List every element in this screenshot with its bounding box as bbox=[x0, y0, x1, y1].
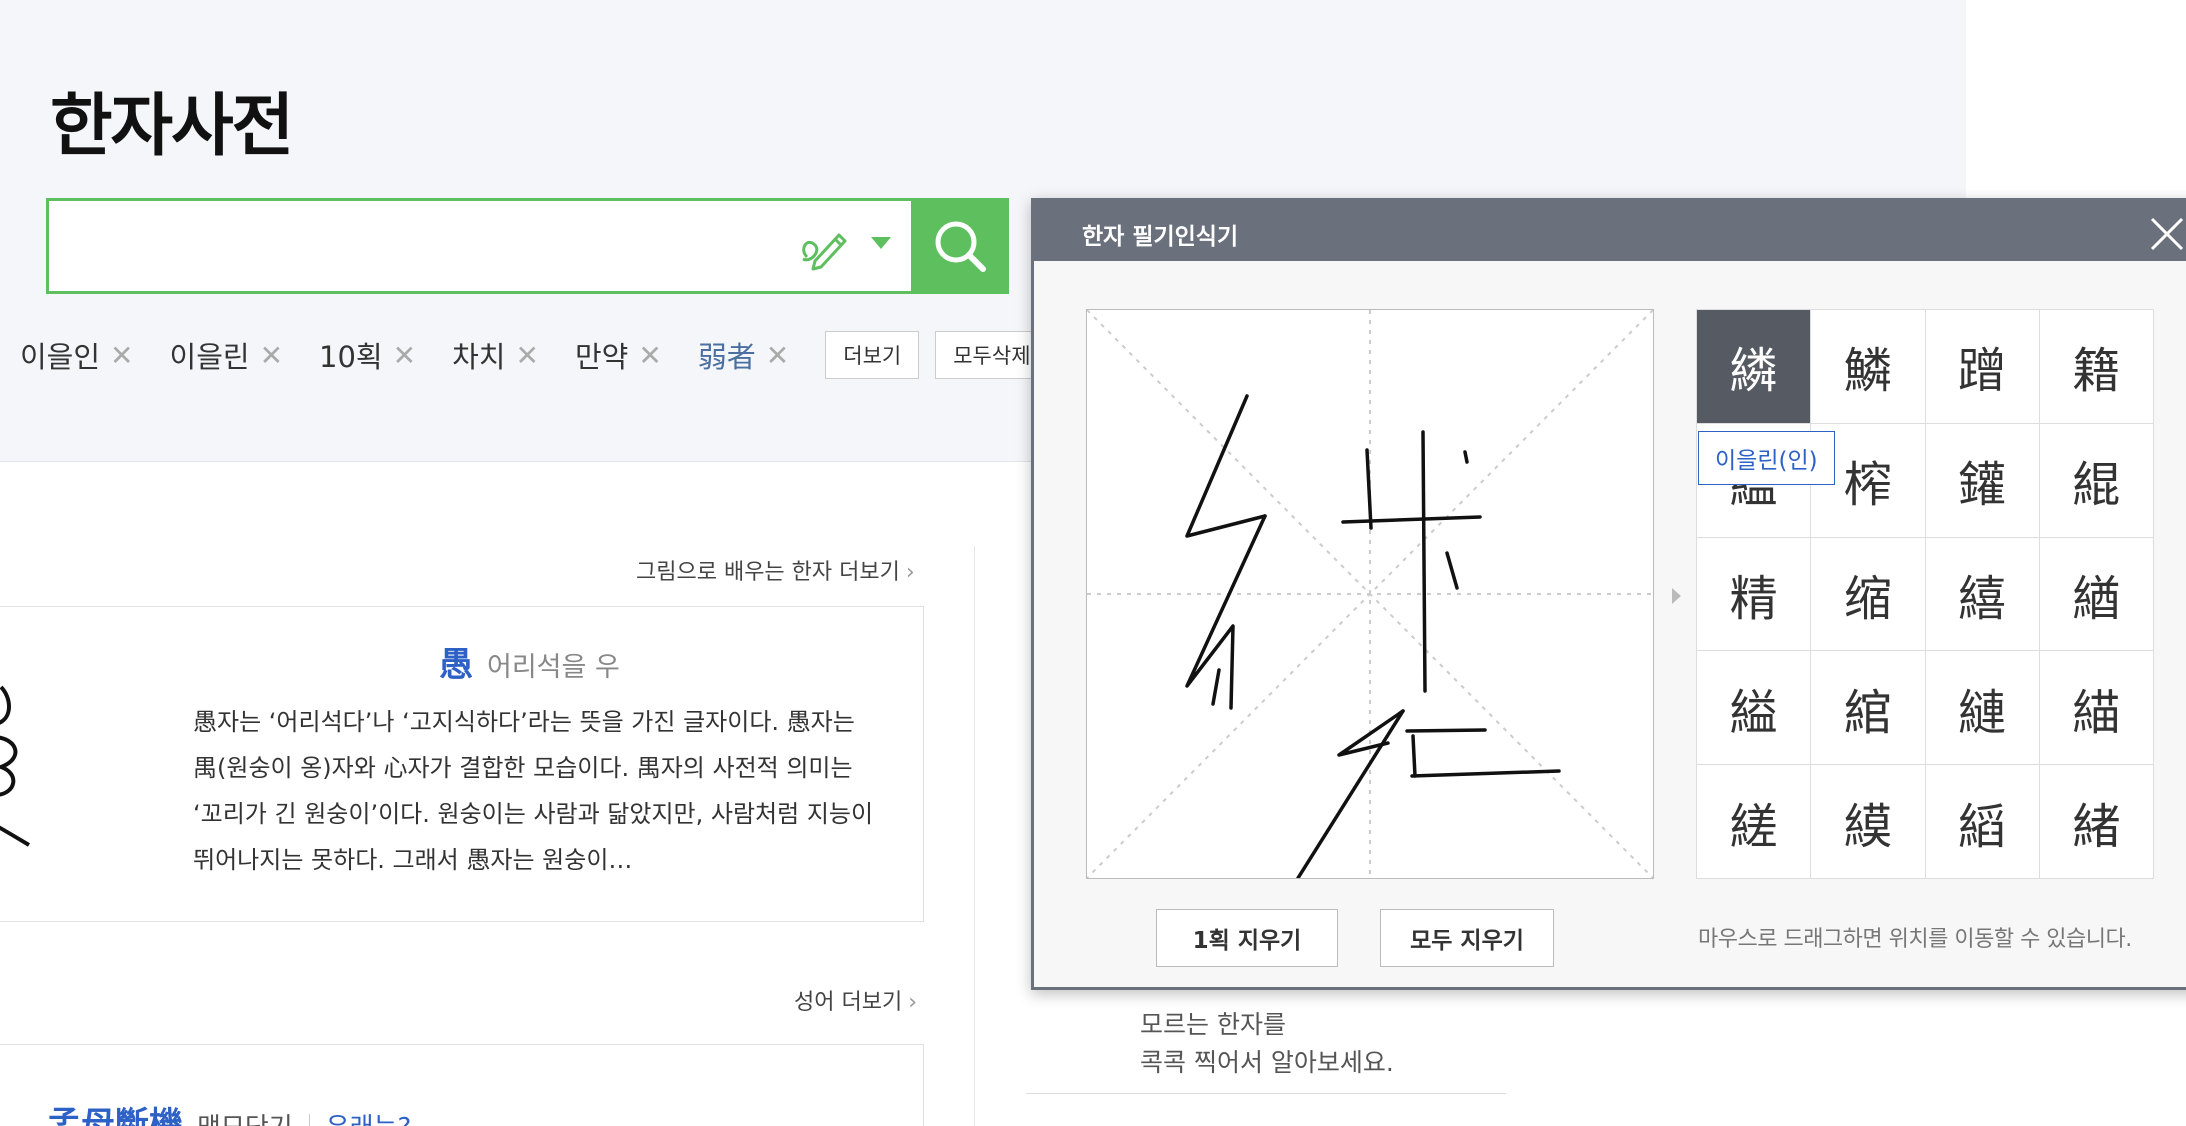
recent-item[interactable]: 弱者 ✕ bbox=[698, 334, 789, 376]
candidate-char[interactable]: 綰 bbox=[1811, 651, 1926, 766]
chevron-down-icon[interactable] bbox=[871, 237, 891, 249]
dialog-title: 한자 필기인식기 bbox=[1082, 224, 1239, 250]
candidate-char[interactable]: 緢 bbox=[2039, 651, 2154, 766]
idiom-heading: 孟母斷機 맹모단기 유래는? bbox=[47, 1097, 411, 1126]
candidate-char[interactable]: 鱗 bbox=[1811, 310, 1926, 424]
remove-icon[interactable]: ✕ bbox=[393, 339, 416, 372]
caret-right-icon bbox=[1672, 588, 1681, 604]
search-icon bbox=[935, 221, 986, 272]
handwriting-pen-icon[interactable] bbox=[797, 223, 849, 271]
recent-item[interactable]: 차치 ✕ bbox=[452, 334, 539, 376]
chevron-right-icon: › bbox=[905, 560, 915, 585]
chevron-right-icon: › bbox=[908, 990, 918, 1015]
remove-icon[interactable]: ✕ bbox=[110, 339, 133, 372]
picture-learn-card[interactable]: 愚 어리석을 우 愚자는 ‘어리석다’나 ‘고지식하다’라는 뜻을 가진 글자이… bbox=[0, 606, 924, 922]
hanja-description: 愚자는 ‘어리석다’나 ‘고지식하다’라는 뜻을 가진 글자이다. 愚자는 禺(… bbox=[193, 708, 874, 874]
remove-icon[interactable]: ✕ bbox=[766, 339, 789, 372]
idiom-hanja[interactable]: 孟母斷機 bbox=[47, 1097, 183, 1126]
right-panel-line: 모르는 한자를 bbox=[1140, 1010, 1286, 1039]
idiom-more-label[interactable]: 성어 더보기 bbox=[794, 990, 902, 1015]
candidate-grid: 繗 鱗 蹭 籍 繿 榨 鑵 緄 精 缩 繥 緧 縊 綰 縺 緢 縒 縸 縚 緒 bbox=[1696, 309, 2154, 879]
right-panel-text: 모르는 한자를 콕콕 찍어서 알아보세요. bbox=[1140, 1006, 1394, 1082]
drag-hint: 마우스로 드래그하면 위치를 이동할 수 있습니다. bbox=[1698, 927, 2132, 952]
divider bbox=[1026, 1093, 1506, 1094]
close-icon[interactable] bbox=[2146, 213, 2186, 255]
recent-item-label[interactable]: 만약 bbox=[575, 334, 628, 376]
candidate-tooltip: 이을린(인) bbox=[1698, 431, 1835, 485]
recent-item-label[interactable]: 10획 bbox=[319, 334, 383, 376]
more-recent-button[interactable]: 더보기 bbox=[825, 331, 920, 379]
right-panel-line: 콕콕 찍어서 알아보세요. bbox=[1140, 1048, 1394, 1077]
recent-item[interactable]: 만약 ✕ bbox=[575, 334, 662, 376]
picture-learn-more-label[interactable]: 그림으로 배우는 한자 더보기 bbox=[636, 560, 900, 585]
clear-all-button[interactable]: 모두 지우기 bbox=[1380, 909, 1554, 967]
candidate-char[interactable]: 缩 bbox=[1811, 537, 1926, 652]
picture-learn-heading: 愚 어리석을 우 bbox=[439, 637, 620, 686]
candidate-char[interactable]: 繗 bbox=[1697, 310, 1812, 424]
idiom-reading: 맹모단기 bbox=[197, 1107, 293, 1126]
hanja-reading: 어리석을 우 bbox=[487, 652, 620, 683]
handwriting-recognizer-dialog[interactable]: 한자 필기인식기 繗 鱗 蹭 籍 繿 榨 鑵 緄 精 缩 繥 緧 縊 綰 縺 緢… bbox=[1031, 198, 2186, 990]
remove-icon[interactable]: ✕ bbox=[638, 339, 661, 372]
page-title: 한자사전 bbox=[50, 87, 294, 166]
recent-item[interactable]: 이을린 ✕ bbox=[170, 334, 284, 376]
candidate-char[interactable]: 縒 bbox=[1697, 765, 1812, 879]
recent-searches: 이을인 ✕ 이을린 ✕ 10획 ✕ 차치 ✕ 만약 ✕ 弱者 ✕ 더보기 모두삭… bbox=[20, 330, 1065, 380]
handwriting-strokes bbox=[1086, 309, 1654, 880]
candidate-char[interactable]: 縊 bbox=[1697, 651, 1812, 766]
candidate-char[interactable]: 緒 bbox=[2039, 765, 2154, 879]
candidate-char[interactable]: 縸 bbox=[1811, 765, 1926, 879]
candidate-char[interactable]: 緧 bbox=[2039, 537, 2154, 652]
search-button[interactable] bbox=[911, 198, 1009, 294]
candidate-char[interactable]: 縚 bbox=[1925, 765, 2040, 879]
picture-learn-more-link[interactable]: 그림으로 배우는 한자 더보기 › bbox=[636, 554, 915, 586]
recent-item[interactable]: 이을인 ✕ bbox=[20, 334, 134, 376]
divider bbox=[308, 1114, 310, 1126]
candidate-char[interactable]: 蹭 bbox=[1925, 310, 2040, 424]
handwriting-canvas[interactable] bbox=[1086, 309, 1654, 880]
candidate-char[interactable]: 繥 bbox=[1925, 537, 2040, 652]
dialog-titlebar[interactable]: 한자 필기인식기 bbox=[1034, 201, 2186, 261]
candidate-char[interactable]: 緄 bbox=[2039, 423, 2154, 538]
column-divider bbox=[974, 546, 975, 1126]
remove-icon[interactable]: ✕ bbox=[515, 339, 538, 372]
recent-item[interactable]: 10획 ✕ bbox=[319, 334, 416, 376]
search-box[interactable] bbox=[46, 198, 1009, 294]
search-input[interactable] bbox=[65, 215, 765, 277]
idiom-more-link[interactable]: 성어 더보기 › bbox=[794, 984, 917, 1016]
recent-item-label[interactable]: 弱者 bbox=[698, 334, 756, 376]
recent-item-label[interactable]: 이을인 bbox=[20, 334, 100, 376]
recent-item-label[interactable]: 이을린 bbox=[170, 334, 250, 376]
hanja-character[interactable]: 愚 bbox=[439, 637, 473, 686]
candidate-char[interactable]: 精 bbox=[1697, 537, 1812, 652]
candidate-char[interactable]: 縺 bbox=[1925, 651, 2040, 766]
remove-icon[interactable]: ✕ bbox=[260, 339, 283, 372]
candidate-char[interactable]: 鑵 bbox=[1925, 423, 2040, 538]
recent-item-label[interactable]: 차치 bbox=[452, 334, 505, 376]
idiom-card[interactable]: 孟母斷機 맹모단기 유래는? bbox=[0, 1044, 924, 1126]
undo-stroke-button[interactable]: 1획 지우기 bbox=[1156, 909, 1338, 967]
character-illustration bbox=[0, 685, 31, 847]
idiom-origin-link[interactable]: 유래는? bbox=[326, 1107, 412, 1126]
candidate-char[interactable]: 籍 bbox=[2039, 310, 2154, 424]
